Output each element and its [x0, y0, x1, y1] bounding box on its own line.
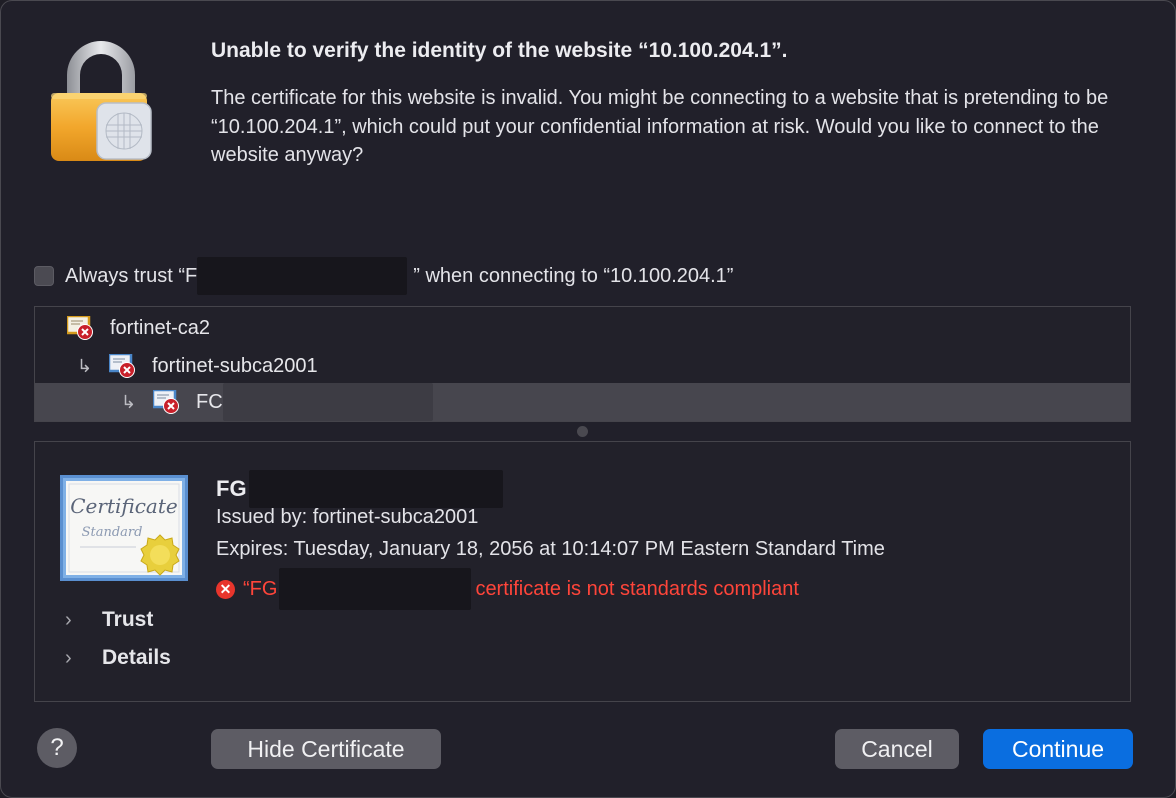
redacted-certificate-name [197, 257, 408, 295]
chevron-right-icon: › [65, 646, 72, 669]
dialog-title: Unable to verify the identity of the web… [211, 39, 788, 62]
details-disclosure[interactable]: › Details [65, 646, 171, 670]
certificate-root-error-icon [67, 316, 93, 340]
chain-item-leaf[interactable]: ↳ FC [35, 383, 1130, 421]
certificate-error-message: ✕ “FG certificate is not standards compl… [216, 568, 799, 610]
child-arrow-icon: ↳ [121, 391, 137, 412]
certificate-warning-dialog: Unable to verify the identity of the web… [0, 0, 1176, 798]
child-arrow-icon: ↳ [77, 355, 93, 376]
cancel-button[interactable]: Cancel [835, 729, 959, 769]
trust-disclosure[interactable]: › Trust [65, 608, 153, 632]
redacted-certificate-name [248, 470, 503, 508]
split-view-handle[interactable] [577, 426, 588, 437]
chain-item-label: fortinet-subca2001 [152, 354, 318, 377]
always-trust-prefix: Always trust “F [65, 264, 198, 287]
lock-icon [51, 41, 152, 161]
chevron-right-icon: › [65, 608, 72, 631]
certificate-chain-list: fortinet-ca2 ↳ fortinet-subca2001 ↳ FC [34, 306, 1131, 422]
always-trust-suffix: ” when connecting to “10.100.204.1” [413, 264, 734, 287]
certificate-error-prefix: “FG [243, 577, 278, 600]
redacted-certificate-name [222, 383, 433, 421]
error-icon: ✕ [216, 579, 235, 599]
dialog-message: The certificate for this website is inva… [211, 87, 1109, 166]
certificate-detail-panel: Certificate Standard FG Issued by: forti… [34, 441, 1131, 702]
chain-item-intermediate[interactable]: ↳ fortinet-subca2001 [35, 347, 1130, 385]
redacted-certificate-name [279, 568, 472, 610]
always-trust-label: Always trust “F ” when connecting to “10… [65, 257, 733, 295]
certificate-leaf-error-icon [153, 390, 179, 414]
chain-item-label: FC [196, 390, 223, 413]
certificate-art-title: Certificate [70, 494, 177, 518]
certificate-error-suffix: certificate is not standards compliant [475, 577, 799, 600]
certificate-standard-icon: Certificate Standard [60, 475, 188, 581]
certificate-name: FG [216, 470, 503, 508]
help-button[interactable]: ? [37, 728, 77, 768]
chain-item-label: fortinet-ca2 [110, 316, 211, 339]
chain-item-root[interactable]: fortinet-ca2 [35, 309, 1130, 347]
trust-section-label: Trust [102, 608, 154, 631]
certificate-issued-by: Issued by: fortinet-subca2001 [216, 506, 479, 528]
certificate-name-text: FG [216, 476, 247, 501]
certificate-art-subtitle: Standard [82, 525, 143, 540]
certificate-expires: Expires: Tuesday, January 18, 2056 at 10… [216, 538, 885, 560]
hide-certificate-button[interactable]: Hide Certificate [211, 729, 441, 769]
always-trust-checkbox[interactable] [34, 266, 54, 286]
details-section-label: Details [102, 646, 171, 669]
continue-button[interactable]: Continue [983, 729, 1133, 769]
certificate-intermediate-error-icon [109, 354, 135, 378]
always-trust-row[interactable]: Always trust “F ” when connecting to “10… [34, 257, 733, 295]
